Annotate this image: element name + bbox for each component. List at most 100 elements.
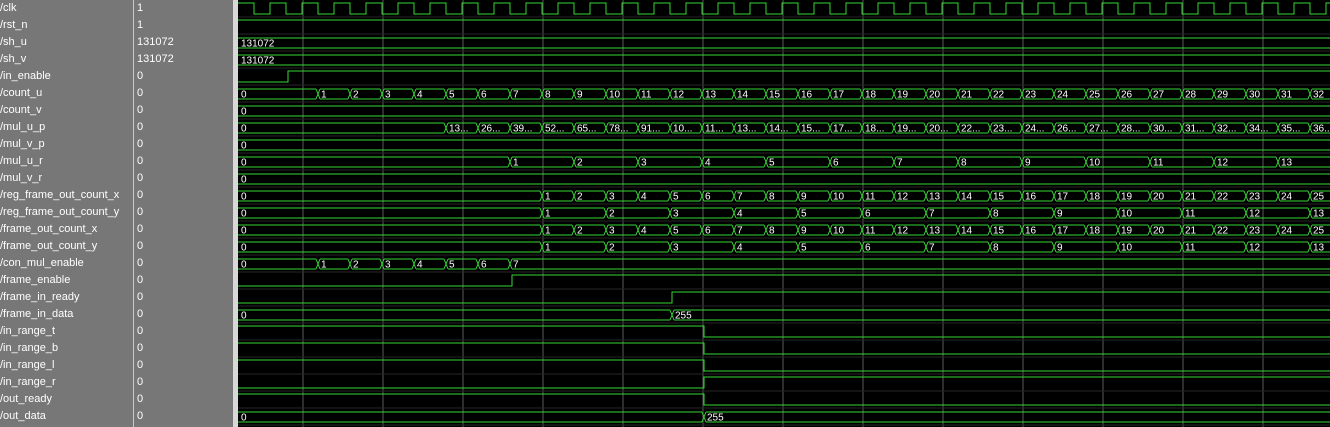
signal-value: 0: [137, 104, 144, 116]
reg_frame_out_count_y-value: 10: [1121, 209, 1133, 220]
mul_u_r-value: 0: [241, 158, 247, 169]
bus-transition: [1147, 190, 1153, 202]
bus-transition: [1243, 122, 1249, 134]
bus-transition: [315, 88, 321, 100]
bus-segment: [238, 411, 702, 423]
bus-transition: [731, 241, 737, 253]
bus-transition: [315, 258, 321, 270]
signal-name[interactable]: /frame_in_ready: [0, 289, 131, 306]
bus-transition: [763, 156, 769, 168]
signal-name[interactable]: /reg_frame_out_count_x: [0, 187, 131, 204]
bus-segment: [238, 122, 444, 134]
bus-transition: [1083, 190, 1089, 202]
signal-name[interactable]: /frame_out_count_y: [0, 238, 131, 255]
signal-value: 0: [137, 257, 144, 269]
bus-transition: [635, 224, 641, 236]
signal-name-panel: /clk/rst_n/sh_u/sh_v/in_enable/count_u/c…: [0, 0, 133, 427]
frame_out_count_x-value: 2: [577, 226, 583, 237]
mul_u_r-value: 3: [641, 158, 647, 169]
bus-transition: [763, 88, 769, 100]
in-enable-wave: [238, 70, 1330, 83]
signal-name[interactable]: /frame_out_count_x: [0, 221, 131, 238]
bus-transition: [667, 224, 673, 236]
bus-segment: [960, 156, 1020, 168]
frame_out_count_y-value: 13: [1313, 243, 1325, 254]
bus-transition: [891, 88, 897, 100]
bus-transition: [955, 190, 961, 202]
mul_u_p-value: 36...: [1313, 124, 1330, 135]
bus-transition: [763, 190, 769, 202]
signal-name[interactable]: /count_v: [0, 102, 131, 119]
signal-name[interactable]: /out_ready: [0, 391, 131, 408]
signal-name[interactable]: /in_range_r: [0, 374, 131, 391]
signal-name[interactable]: /out_data: [0, 408, 131, 425]
signal-name[interactable]: /in_range_l: [0, 357, 131, 374]
signal-name[interactable]: /sh_u: [0, 34, 131, 51]
signal-value: 0: [137, 410, 144, 422]
bus-transition: [1051, 88, 1057, 100]
mul_u_r-value: 12: [1217, 158, 1229, 169]
signal-name[interactable]: /frame_in_data: [0, 306, 131, 323]
mul_u_p-value: 52...: [545, 124, 564, 135]
count_u-value: 1: [321, 90, 327, 101]
bus-segment: [672, 241, 732, 253]
bus-transition: [1083, 224, 1089, 236]
bus-transition: [827, 190, 833, 202]
bus-segment: [768, 156, 828, 168]
mul_u_p-value: 26...: [1057, 124, 1076, 135]
mul_u_p-value: 11...: [705, 124, 724, 135]
mul_u_p-value: 28...: [1121, 124, 1140, 135]
signal-name[interactable]: /mul_u_r: [0, 153, 131, 170]
bus-segment: [992, 207, 1052, 219]
bus-segment: [238, 173, 1330, 185]
bus-transition: [827, 88, 833, 100]
bus-transition: [923, 122, 929, 134]
bus-transition: [923, 207, 929, 219]
bus-transition: [827, 122, 833, 134]
waveform-pane[interactable]: 1310721310720 1 2 3 4 5 6 7 8 9 10 11 12 13 14 15 16 17 18…: [238, 0, 1330, 427]
frame_out_count_y-value: 9: [1057, 243, 1063, 254]
reg_frame_out_count_x-value: 5: [673, 192, 679, 203]
bus-transition: [1051, 122, 1057, 134]
signal-name[interactable]: /con_mul_enable: [0, 255, 131, 272]
bus-transition: [731, 190, 737, 202]
frame_out_count_x-value: 3: [609, 226, 615, 237]
signal-name[interactable]: /frame_enable: [0, 272, 131, 289]
count_u-value: 16: [801, 90, 813, 101]
bus-transition: [1083, 88, 1089, 100]
signal-name[interactable]: /in_range_t: [0, 323, 131, 340]
bus-segment: [544, 207, 604, 219]
bus-segment: [674, 309, 1330, 321]
signal-name[interactable]: /mul_v_r: [0, 170, 131, 187]
reg_frame_out_count_x-value: 8: [769, 192, 775, 203]
bus-transition: [571, 190, 577, 202]
mul_u_r-value: 2: [577, 158, 583, 169]
signal-name[interactable]: /mul_v_p: [0, 136, 131, 153]
bus-transition: [667, 190, 673, 202]
bus-transition: [667, 122, 673, 134]
signal-value: 0: [137, 240, 144, 252]
frame_out_count_x-value: 18: [1089, 226, 1101, 237]
frame_out_count_x-value: 11: [865, 226, 876, 237]
signal-name[interactable]: /sh_v: [0, 51, 131, 68]
signal-name[interactable]: /mul_u_p: [0, 119, 131, 136]
bus-transition: [507, 156, 513, 168]
signal-name[interactable]: /reg_frame_out_count_y: [0, 204, 131, 221]
bus-transition: [1307, 122, 1313, 134]
bus-transition: [571, 122, 577, 134]
con_mul_enable-value: 0: [241, 260, 247, 271]
signal-name[interactable]: /in_enable: [0, 68, 131, 85]
signal-name[interactable]: /rst_n: [0, 17, 131, 34]
signal-name[interactable]: /in_range_b: [0, 340, 131, 357]
frame_in_data-bus: 0 255: [238, 309, 1330, 322]
count_u-bus: 0 1 2 3 4 5 6 7 8 9 10 11 12 13 14 15 16 17 18 19 20 21 22 23 24…: [238, 88, 1330, 101]
bus-transition: [667, 207, 673, 219]
reg_frame_out_count_y-value: 13: [1313, 209, 1325, 220]
frame_out_count_x-value: 17: [1057, 226, 1069, 237]
mul_u_p-value: 20...: [929, 124, 948, 135]
reg_frame_out_count_x-value: 25: [1313, 192, 1325, 203]
signal-name[interactable]: /clk: [0, 0, 131, 17]
signal-name[interactable]: /count_u: [0, 85, 131, 102]
mul_v_p-bus: 0: [238, 139, 1330, 152]
mul_u_p-value: 15...: [801, 124, 820, 135]
